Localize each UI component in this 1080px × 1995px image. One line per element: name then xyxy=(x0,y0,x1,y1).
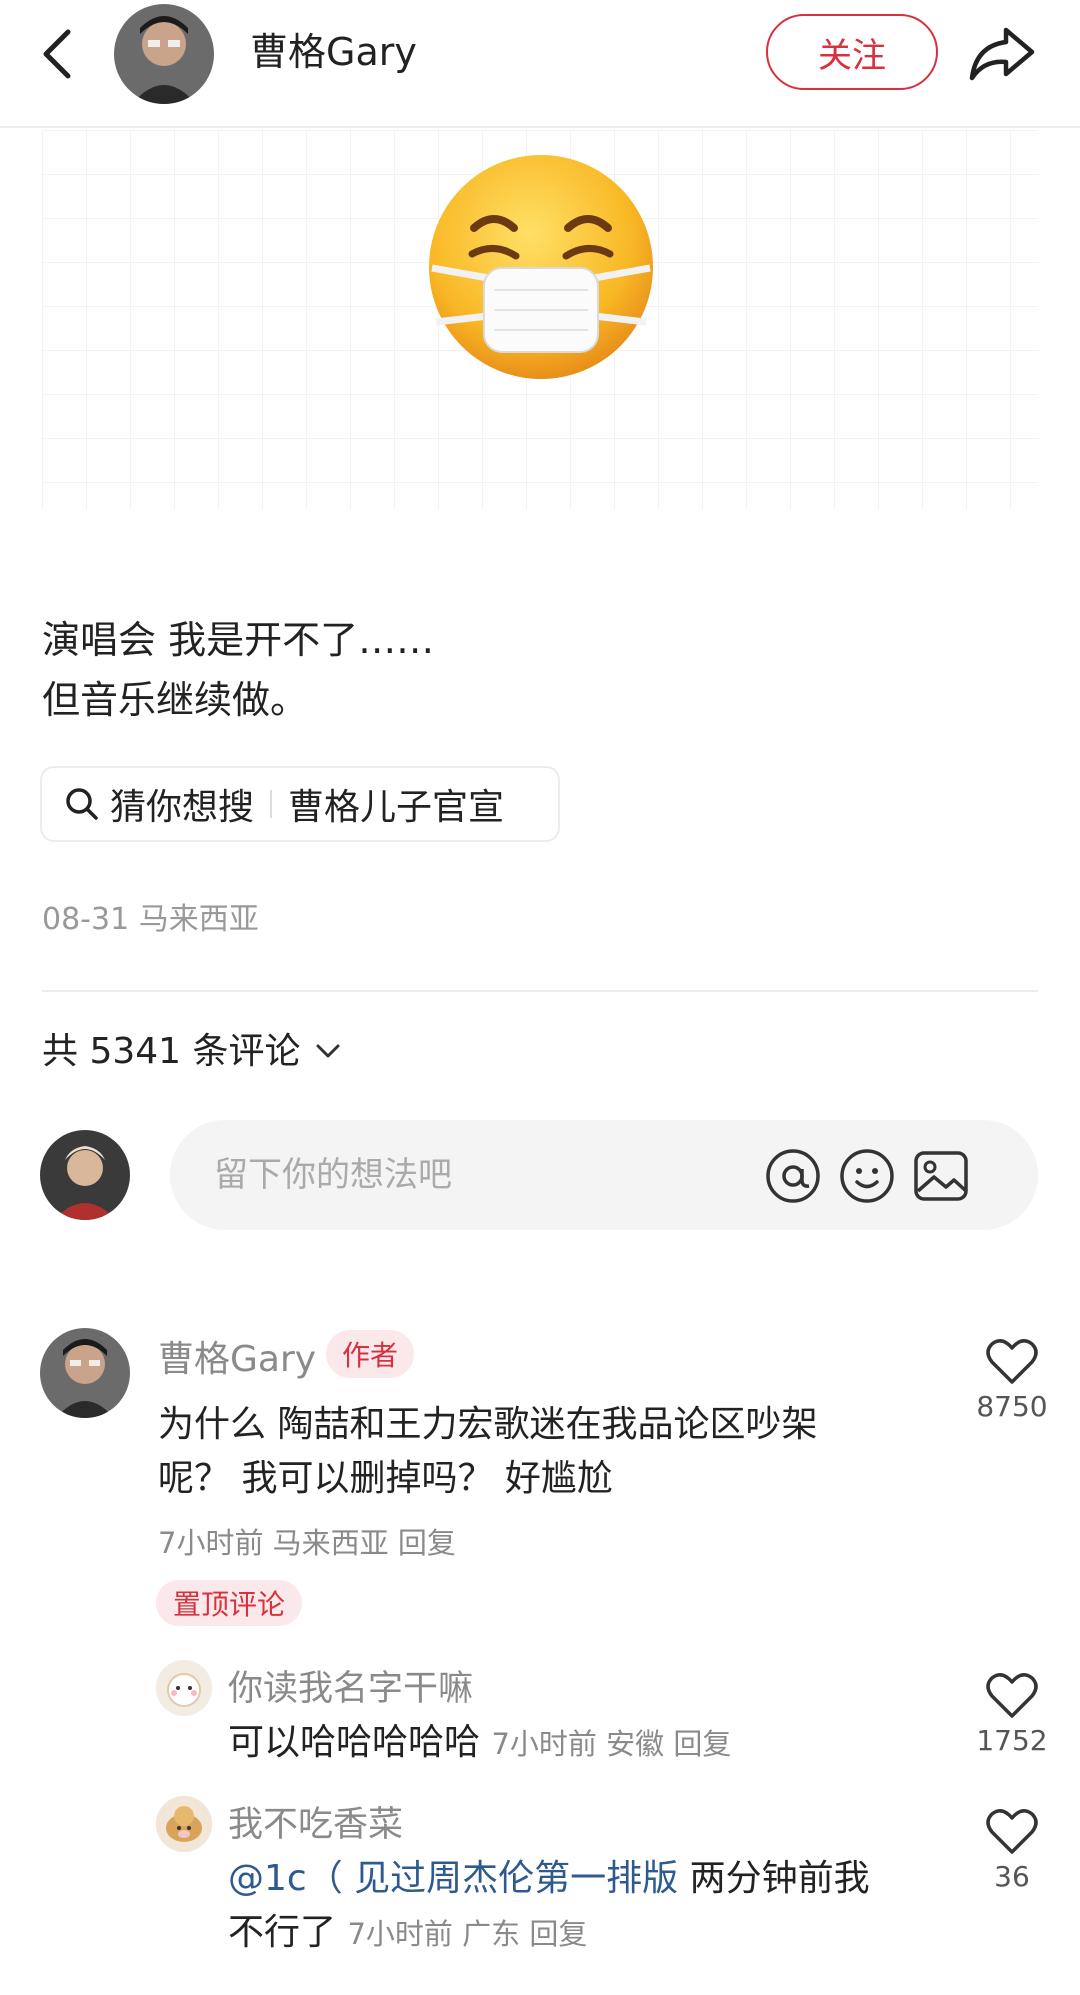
like-button[interactable]: 1752 xyxy=(962,1672,1062,1757)
divider xyxy=(42,990,1038,992)
heart-icon xyxy=(986,1339,1038,1384)
comment-text: 为什么 陶喆和王力宏歌迷在我品论区吵架 呢？ 我可以删掉吗？ 好尴尬 xyxy=(158,1398,817,1506)
heart-icon xyxy=(986,1673,1038,1718)
suggested-search-chip[interactable]: 猜你想搜 曹格儿子官宣 xyxy=(40,766,560,842)
like-count: 8750 xyxy=(976,1390,1048,1423)
reply-name[interactable]: 我不吃香菜 xyxy=(228,1796,403,1847)
author-avatar[interactable] xyxy=(114,4,214,104)
post-date-location: 08-31 马来西亚 xyxy=(42,902,259,937)
comment-composer[interactable] xyxy=(170,1120,1038,1230)
reply-avatar[interactable] xyxy=(156,1796,212,1852)
reply-name[interactable]: 你读我名字干嘛 xyxy=(228,1660,473,1711)
at-mention-icon[interactable] xyxy=(764,1147,822,1205)
reply-text-row: 可以哈哈哈哈哈 7小时前 安徽 回复 xyxy=(228,1716,731,1771)
separator xyxy=(270,790,273,818)
mention-link[interactable]: @1c（ 见过周杰伦第一排版 xyxy=(228,1858,678,1899)
reply-text: @1c（ 见过周杰伦第一排版 两分钟前我 不行了 7小时前 广东 回复 xyxy=(228,1852,870,1961)
comments-count-sort[interactable]: 共 5341 条评论 xyxy=(42,1022,341,1074)
reply-meta[interactable]: 7小时前 安徽 回复 xyxy=(491,1727,731,1761)
post-caption-line2: 但音乐继续做。 xyxy=(42,678,309,722)
my-avatar xyxy=(40,1130,130,1220)
comment-input[interactable] xyxy=(214,1155,714,1195)
image-icon[interactable] xyxy=(912,1147,970,1205)
pinned-badge: 置顶评论 xyxy=(156,1580,302,1626)
top-bar: 曹格Gary 关注 xyxy=(0,0,1080,128)
like-button[interactable]: 8750 xyxy=(962,1338,1062,1423)
search-icon xyxy=(64,786,100,822)
post-caption-line1: 演唱会 我是开不了…… xyxy=(42,618,435,662)
reply-text-part: 两分钟前我 xyxy=(678,1858,870,1899)
like-count: 1752 xyxy=(976,1724,1048,1757)
comment-text-line1: 为什么 陶喆和王力宏歌迷在我品论区吵架 xyxy=(158,1404,818,1445)
share-icon[interactable] xyxy=(966,20,1038,84)
comments-count: 共 5341 条评论 xyxy=(42,1031,301,1072)
reply-text: 可以哈哈哈哈哈 xyxy=(228,1722,481,1763)
commenter-name[interactable]: 曹格Gary xyxy=(158,1330,316,1382)
comment-text-line2: 呢？ 我可以删掉吗？ 好尴尬 xyxy=(158,1458,613,1499)
emoji-icon[interactable] xyxy=(838,1147,896,1205)
like-count: 36 xyxy=(994,1860,1030,1893)
author-name[interactable]: 曹格Gary xyxy=(250,27,417,77)
search-term: 曹格儿子官宣 xyxy=(288,787,505,828)
follow-button[interactable]: 关注 xyxy=(766,14,938,90)
comment-meta[interactable]: 7小时前 马来西亚 回复 xyxy=(158,1520,456,1562)
search-prefix: 猜你想搜 xyxy=(110,787,255,828)
post-caption: 演唱会 我是开不了…… 但音乐继续做。 xyxy=(42,610,434,730)
reply-meta[interactable]: 7小时前 广东 回复 xyxy=(347,1917,587,1951)
back-icon[interactable] xyxy=(34,24,84,84)
like-button[interactable]: 36 xyxy=(962,1808,1062,1893)
reply-text-part: 不行了 xyxy=(228,1912,337,1953)
commenter-avatar[interactable] xyxy=(40,1328,130,1418)
mask-face-emoji xyxy=(424,150,658,384)
reply-avatar[interactable] xyxy=(156,1660,212,1716)
author-badge: 作者 xyxy=(326,1330,414,1378)
heart-icon xyxy=(986,1809,1038,1854)
chevron-down-icon xyxy=(315,1028,341,1069)
